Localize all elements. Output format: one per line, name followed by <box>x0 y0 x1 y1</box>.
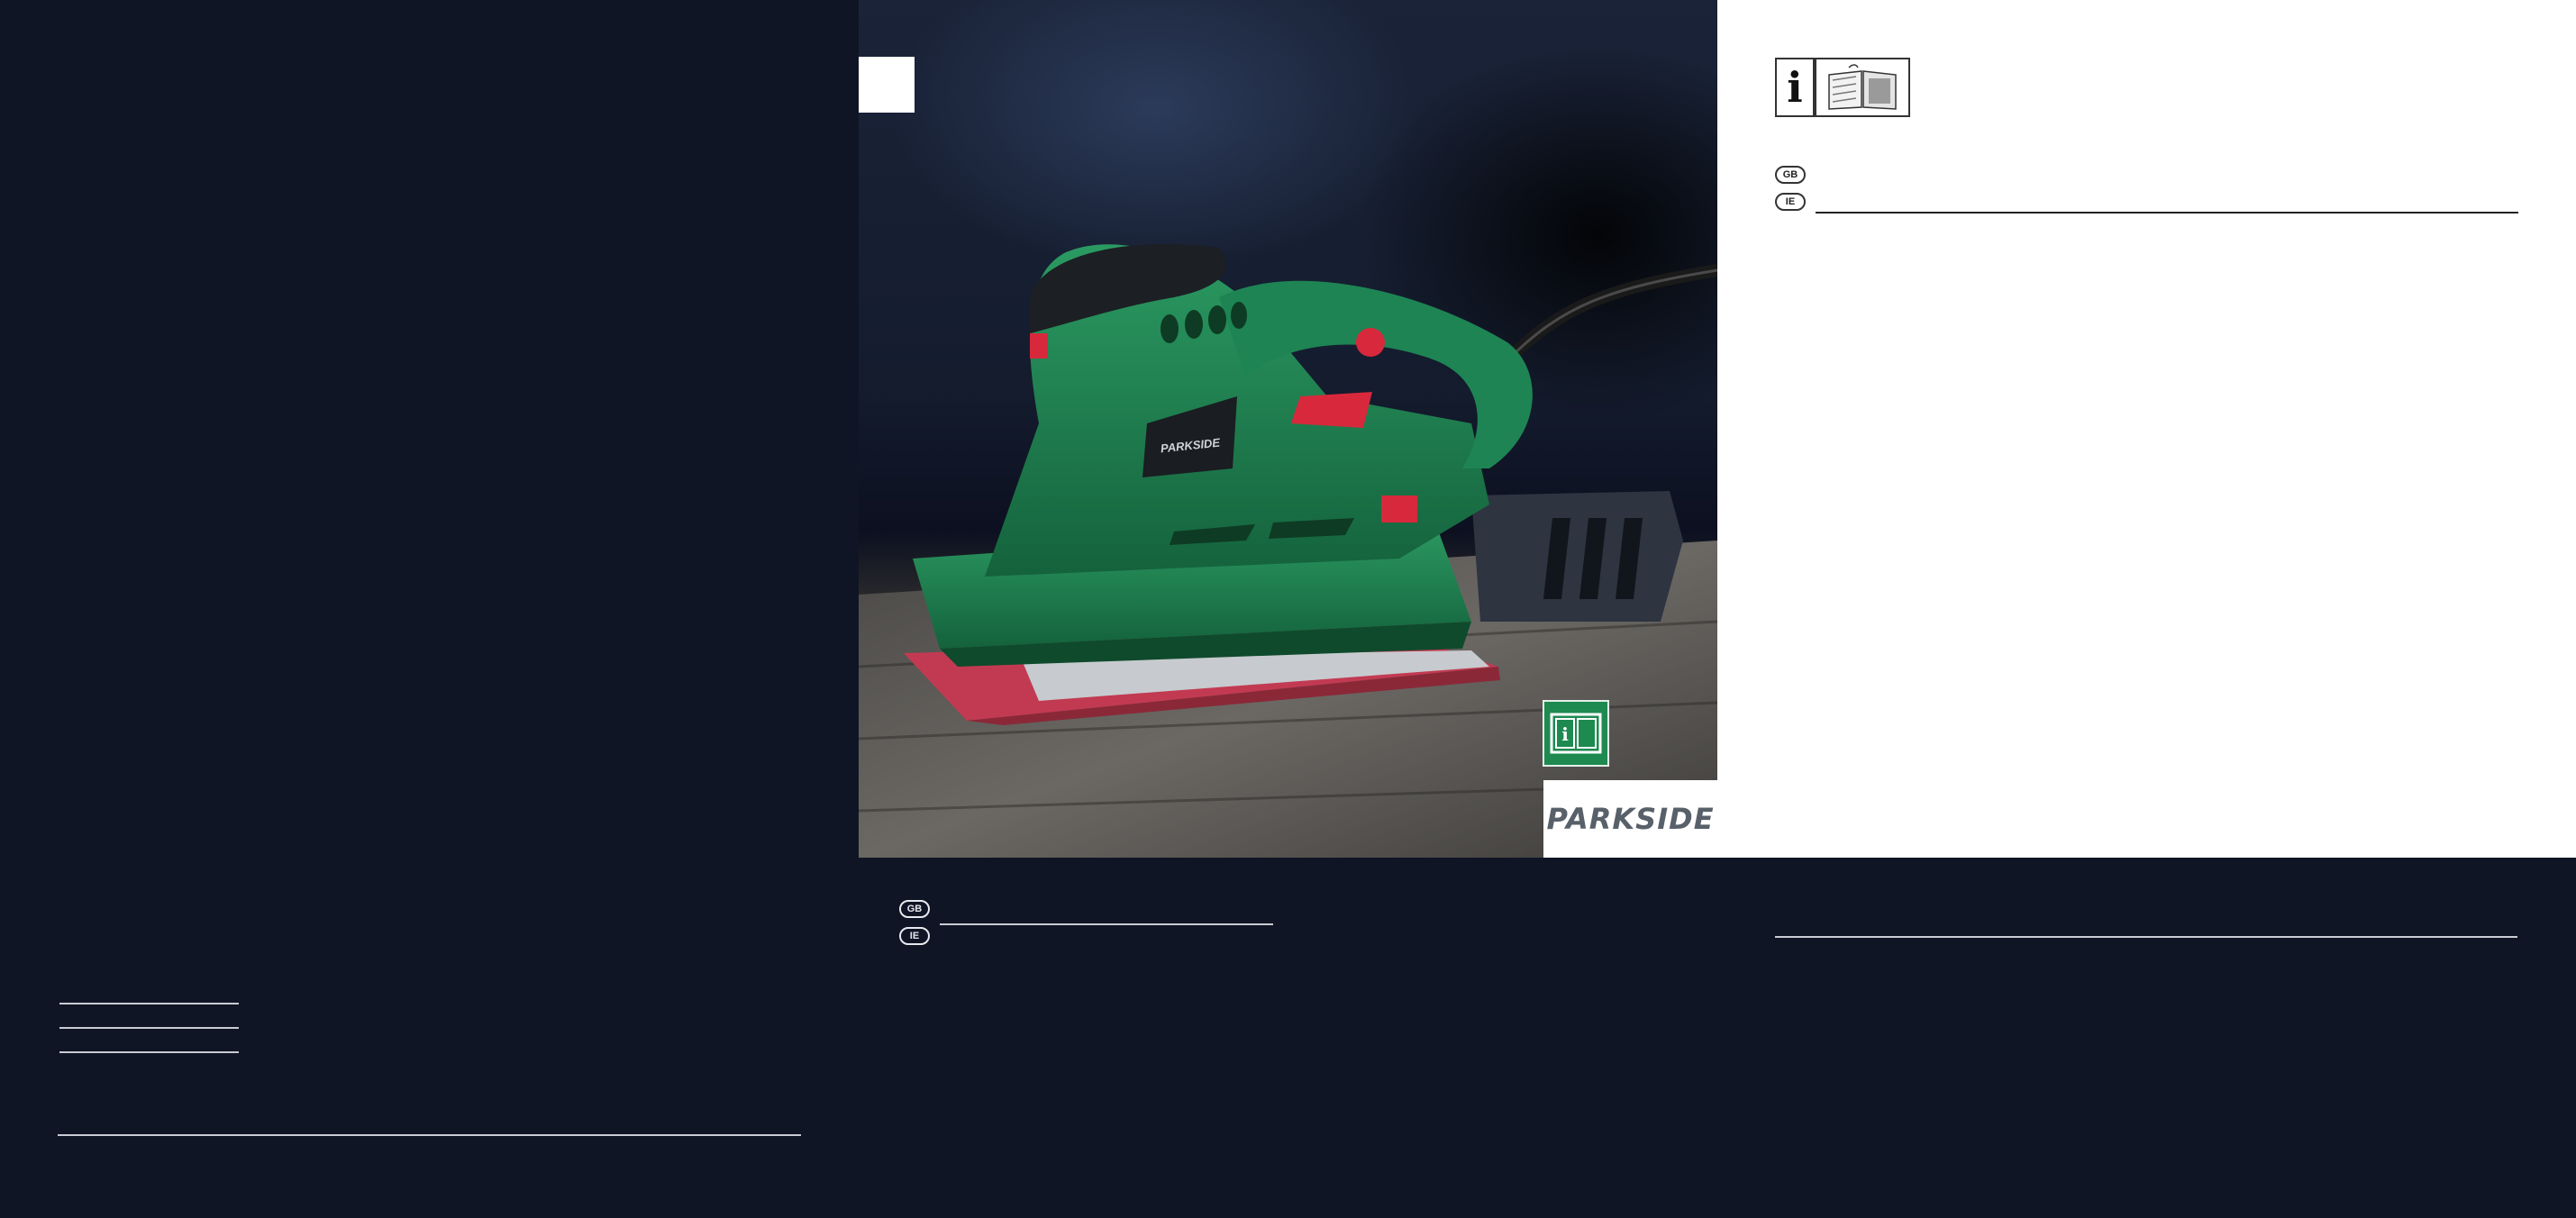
title-rule <box>1816 212 2518 214</box>
country-chip-gb-bottom: GB <box>899 900 930 918</box>
back-rule-long <box>58 1134 801 1136</box>
open-book-icon: i <box>1550 713 1602 754</box>
country-chip-gb: GB <box>1775 166 1806 184</box>
bottom-title-rule <box>940 923 1273 925</box>
svg-text:i: i <box>1561 723 1569 745</box>
manual-badge: i <box>1543 700 1609 767</box>
brand-logo: PARKSIDE <box>1546 802 1715 836</box>
country-chip-ie: IE <box>1775 193 1806 211</box>
info-icon: i <box>1787 63 1803 112</box>
open-book-icon <box>1828 64 1897 110</box>
red-lock-button <box>1356 328 1385 357</box>
info-icon-box: i <box>1775 58 1815 117</box>
red-trigger <box>1291 392 1372 428</box>
front-cover: i GB IE <box>1717 0 2576 858</box>
country-chip-ie-bottom: IE <box>899 927 930 945</box>
language-tab <box>859 57 915 113</box>
back-rule-1 <box>59 1003 239 1004</box>
dust-box <box>1471 491 1683 622</box>
manual-icon-box <box>1815 58 1910 117</box>
brand-logo-box: PARKSIDE <box>1543 780 1717 858</box>
bottom-right-rule <box>1775 936 2517 938</box>
back-rule-2 <box>59 1027 239 1029</box>
product-photo: PARKSIDE i PARKSIDE <box>859 0 1717 858</box>
back-rule-3 <box>59 1051 239 1053</box>
power-cord <box>1503 264 1717 365</box>
red-switch <box>1030 333 1048 359</box>
